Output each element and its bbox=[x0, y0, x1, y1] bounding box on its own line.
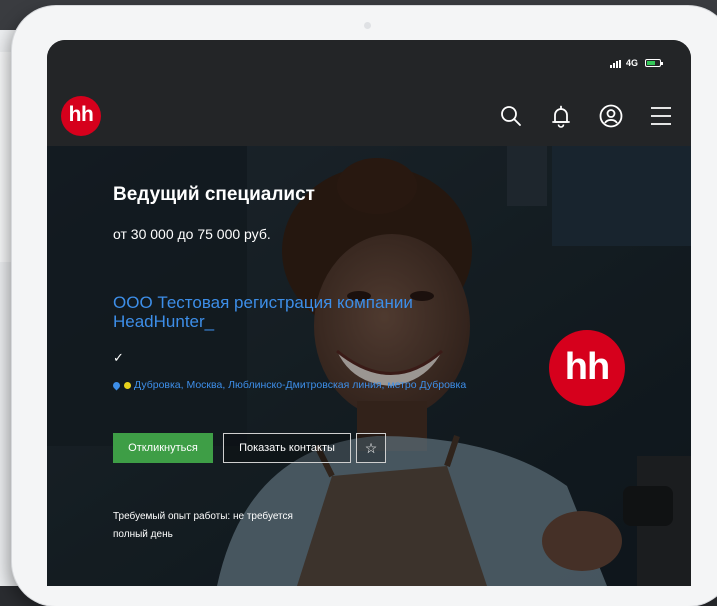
schedule-text: полный день bbox=[113, 529, 173, 540]
search-icon[interactable] bbox=[498, 103, 524, 129]
hh-logo[interactable]: hh bbox=[61, 96, 101, 136]
company-link[interactable]: ООО Тестовая регистрация компании HeadHu… bbox=[113, 293, 433, 331]
signal-icon bbox=[610, 60, 621, 68]
vacancy-address[interactable]: Дубровка, Москва, Люблинско-Дмитровская … bbox=[111, 378, 473, 393]
respond-button[interactable]: Откликнуться bbox=[113, 433, 213, 463]
experience-text: Требуемый опыт работы: не требуется bbox=[113, 511, 293, 522]
user-icon[interactable] bbox=[598, 103, 624, 129]
status-bar: 4G bbox=[47, 40, 691, 84]
location-pin-icon bbox=[111, 380, 122, 391]
battery-icon bbox=[645, 59, 663, 67]
vacancy-salary: от 30 000 до 75 000 руб. bbox=[113, 226, 271, 242]
battery-level bbox=[647, 61, 656, 65]
company-logo[interactable]: hh bbox=[549, 330, 625, 406]
network-type: 4G bbox=[626, 58, 639, 68]
app-header: hh bbox=[47, 84, 691, 146]
vacancy-hero: Ведущий специалист от 30 000 до 75 000 р… bbox=[47, 146, 691, 586]
tablet-screen: 4G hh Ведущий специалист от 30 000 до 75… bbox=[47, 40, 691, 586]
menu-icon[interactable] bbox=[648, 103, 674, 129]
bell-icon[interactable] bbox=[548, 103, 574, 129]
vacancy-title: Ведущий специалист bbox=[113, 184, 315, 205]
tablet-camera bbox=[364, 22, 371, 29]
address-text[interactable]: Дубровка, Москва, Люблинско-Дмитровская … bbox=[134, 379, 466, 391]
favorite-star-button[interactable]: ☆ bbox=[356, 433, 386, 463]
metro-line-icon bbox=[124, 381, 131, 389]
vacancy-conditions: Требуемый опыт работы: не требуется полн… bbox=[113, 508, 293, 544]
verified-check-icon: ✓ bbox=[113, 350, 124, 365]
show-contacts-button[interactable]: Показать контакты bbox=[223, 433, 351, 463]
